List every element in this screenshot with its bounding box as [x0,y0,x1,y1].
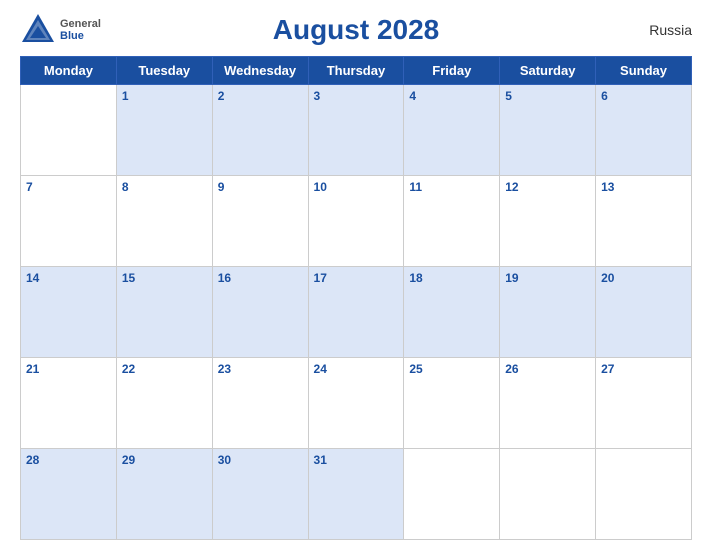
calendar-cell: 17 [308,267,404,358]
calendar-cell [596,449,692,540]
calendar-cell [500,449,596,540]
logo-blue-text: Blue [60,30,101,42]
calendar-cell: 28 [21,449,117,540]
day-header-thursday: Thursday [308,57,404,85]
calendar-week-5: 28293031 [21,449,692,540]
calendar-cell: 20 [596,267,692,358]
calendar-cell: 11 [404,176,500,267]
calendar-cell: 10 [308,176,404,267]
day-header-friday: Friday [404,57,500,85]
calendar-cell: 30 [212,449,308,540]
days-of-week-row: MondayTuesdayWednesdayThursdayFridaySatu… [21,57,692,85]
calendar-cell: 26 [500,358,596,449]
calendar-cell: 2 [212,85,308,176]
calendar-week-3: 14151617181920 [21,267,692,358]
calendar-week-1: 123456 [21,85,692,176]
calendar-cell: 22 [116,358,212,449]
calendar-cell: 19 [500,267,596,358]
calendar-week-2: 78910111213 [21,176,692,267]
day-header-saturday: Saturday [500,57,596,85]
calendar-cell: 6 [596,85,692,176]
calendar-cell: 3 [308,85,404,176]
calendar-cell: 23 [212,358,308,449]
calendar-cell: 15 [116,267,212,358]
day-header-wednesday: Wednesday [212,57,308,85]
logo-icon [20,12,56,48]
calendar-cell: 5 [500,85,596,176]
calendar-cell: 16 [212,267,308,358]
calendar-cell: 29 [116,449,212,540]
calendar-cell: 18 [404,267,500,358]
calendar-header-row: MondayTuesdayWednesdayThursdayFridaySatu… [21,57,692,85]
calendar-cell: 12 [500,176,596,267]
calendar-header: General Blue August 2028 Russia [20,10,692,50]
calendar-cell [404,449,500,540]
day-header-monday: Monday [21,57,117,85]
country-label: Russia [649,22,692,38]
day-header-tuesday: Tuesday [116,57,212,85]
calendar-cell: 25 [404,358,500,449]
calendar-cell: 1 [116,85,212,176]
calendar-table: MondayTuesdayWednesdayThursdayFridaySatu… [20,56,692,540]
calendar-cell: 4 [404,85,500,176]
calendar-cell: 8 [116,176,212,267]
day-header-sunday: Sunday [596,57,692,85]
calendar-week-4: 21222324252627 [21,358,692,449]
calendar-cell: 9 [212,176,308,267]
calendar-cell: 27 [596,358,692,449]
calendar-cell: 14 [21,267,117,358]
logo: General Blue [20,12,101,48]
calendar-cell: 31 [308,449,404,540]
calendar-cell: 21 [21,358,117,449]
calendar-cell: 7 [21,176,117,267]
calendar-cell [21,85,117,176]
calendar-cell: 24 [308,358,404,449]
logo-text: General Blue [60,18,101,42]
calendar-body: 1234567891011121314151617181920212223242… [21,85,692,540]
page-title: August 2028 [273,14,440,46]
calendar-cell: 13 [596,176,692,267]
logo-general-text: General [60,18,101,30]
